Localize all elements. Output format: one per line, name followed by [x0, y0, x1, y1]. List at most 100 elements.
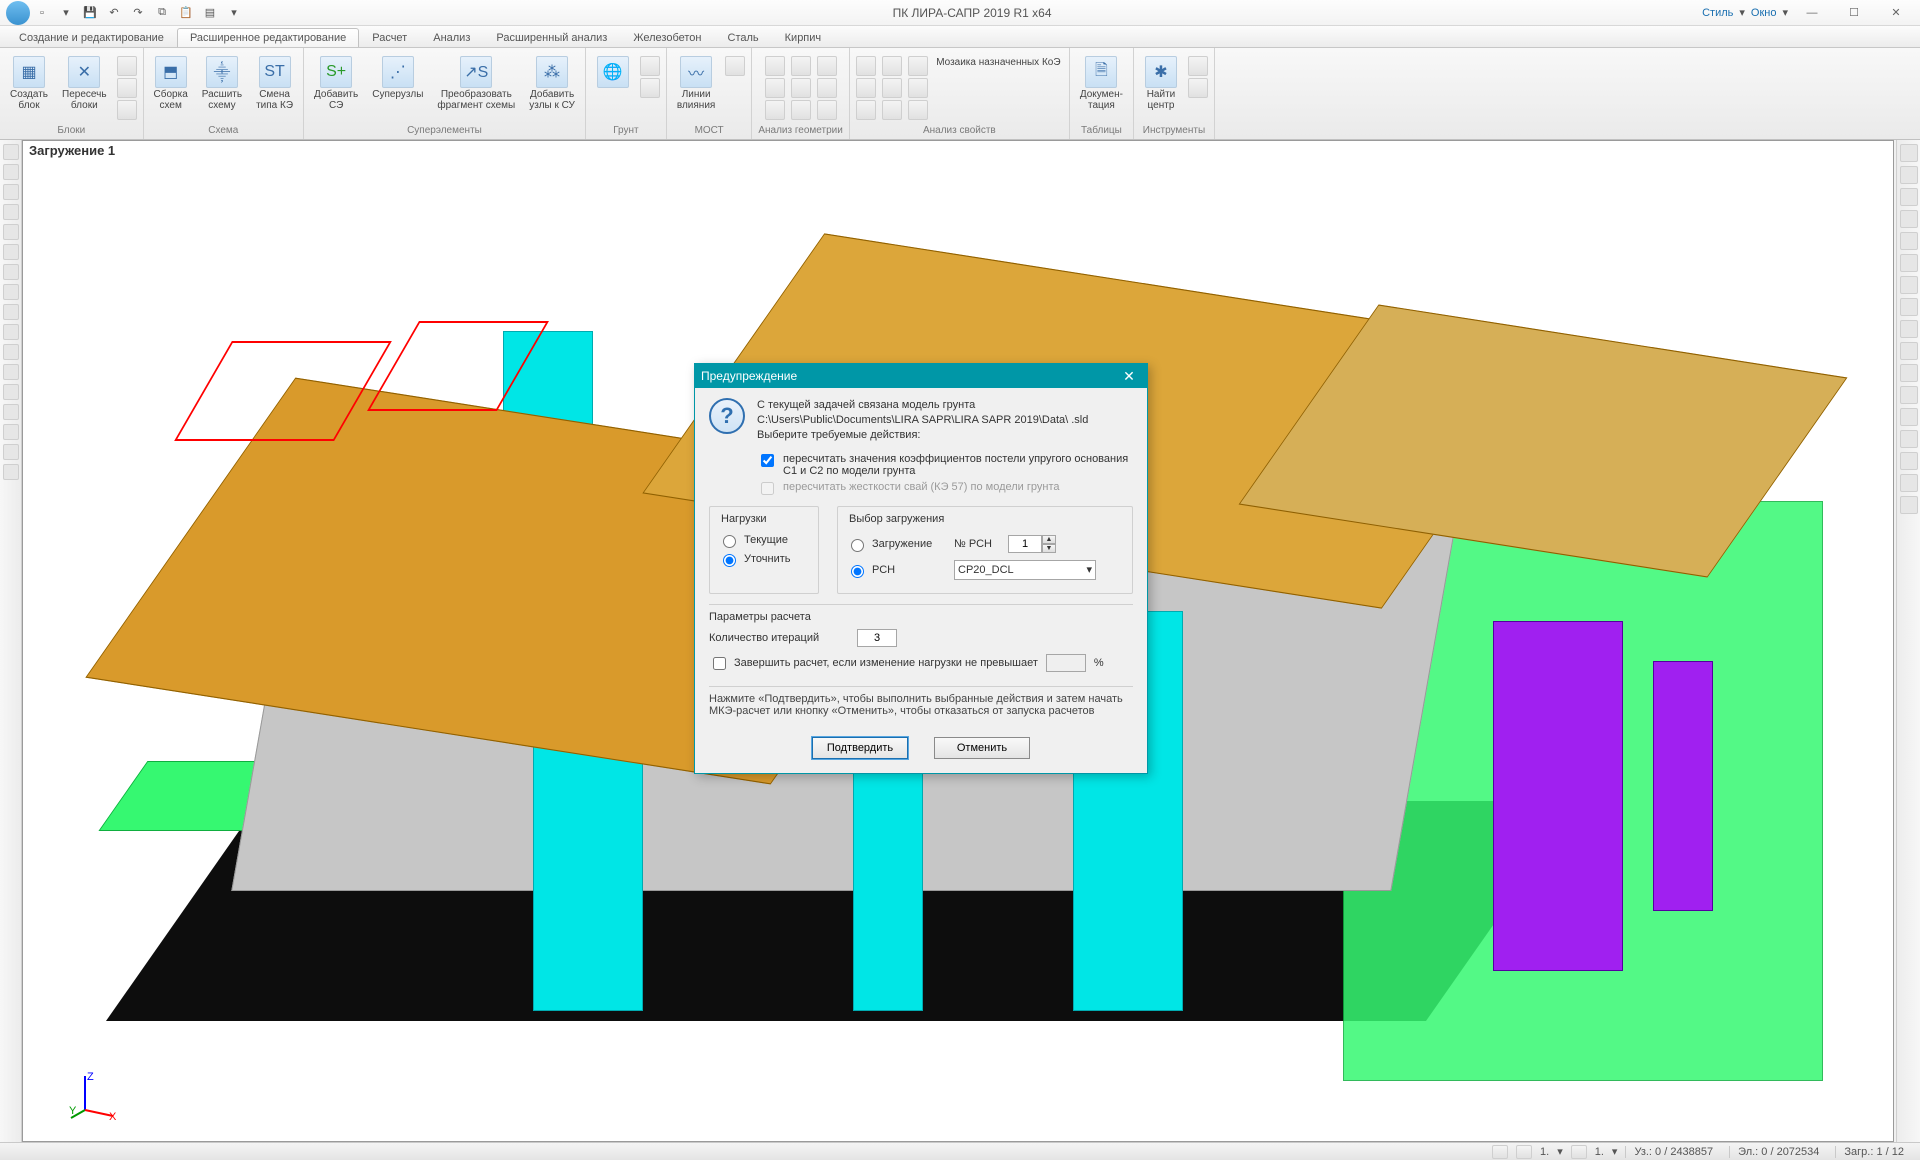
status-icon[interactable]: [1516, 1145, 1532, 1159]
mini-btn[interactable]: [791, 56, 811, 76]
tab-create-edit[interactable]: Создание и редактирование: [6, 28, 177, 47]
mini-btn[interactable]: [640, 56, 660, 76]
mini-btn[interactable]: [117, 78, 137, 98]
mini-btn[interactable]: [1188, 56, 1208, 76]
left-tool[interactable]: [3, 224, 19, 240]
mini-btn[interactable]: [765, 78, 785, 98]
left-tool[interactable]: [3, 444, 19, 460]
cancel-button[interactable]: Отменить: [934, 737, 1030, 759]
mini-btn[interactable]: [856, 56, 876, 76]
left-tool[interactable]: [3, 304, 19, 320]
window-link[interactable]: Окно: [1751, 7, 1777, 19]
tab-steel[interactable]: Сталь: [715, 28, 772, 47]
recalc-c1c2-checkbox[interactable]: пересчитать значения коэффициентов посте…: [757, 453, 1133, 477]
right-tool[interactable]: [1900, 254, 1918, 272]
qat-new-icon[interactable]: ▫: [34, 5, 50, 21]
add-nodes-su-button[interactable]: ⁂Добавить узлы к СУ: [525, 54, 579, 113]
right-tool[interactable]: [1900, 452, 1918, 470]
dialog-titlebar[interactable]: Предупреждение ✕: [695, 364, 1147, 388]
transform-fragment-button[interactable]: ↗SПреобразовать фрагмент схемы: [433, 54, 519, 113]
mini-btn[interactable]: [791, 100, 811, 120]
qat-chart-icon[interactable]: ▾: [226, 5, 242, 21]
chk1-input[interactable]: [761, 454, 774, 467]
confirm-button[interactable]: Подтвердить: [812, 737, 908, 759]
status-scale-2[interactable]: 1.: [1595, 1146, 1604, 1158]
finish-calc-checkbox[interactable]: Завершить расчет, если изменение нагрузк…: [709, 654, 1038, 673]
right-tool[interactable]: [1900, 298, 1918, 316]
status-icon[interactable]: [1571, 1145, 1587, 1159]
left-tool[interactable]: [3, 324, 19, 340]
tab-adv-analysis[interactable]: Расширенный анализ: [483, 28, 620, 47]
mini-btn[interactable]: [908, 56, 928, 76]
right-tool[interactable]: [1900, 430, 1918, 448]
mini-btn[interactable]: [640, 78, 660, 98]
qat-misc-icon[interactable]: ▤: [202, 5, 218, 21]
left-tool[interactable]: [3, 344, 19, 360]
right-tool[interactable]: [1900, 232, 1918, 250]
iterations-input[interactable]: [857, 629, 897, 647]
rsn-select[interactable]: CP20_DCL▾: [954, 560, 1096, 580]
right-tool[interactable]: [1900, 496, 1918, 514]
left-tool[interactable]: [3, 244, 19, 260]
mini-btn[interactable]: [817, 100, 837, 120]
mini-btn[interactable]: [882, 56, 902, 76]
influence-lines-button[interactable]: 〰Линии влияния: [673, 54, 719, 113]
mini-btn[interactable]: [117, 100, 137, 120]
spin-up-icon[interactable]: ▲: [1042, 535, 1056, 544]
qat-undo-icon[interactable]: ↶: [106, 5, 122, 21]
mini-btn[interactable]: [1188, 78, 1208, 98]
status-icon[interactable]: [1492, 1145, 1508, 1159]
qat-paste-icon[interactable]: 📋: [178, 5, 194, 21]
tab-adv-edit[interactable]: Расширенное редактирование: [177, 28, 359, 47]
dialog-close-icon[interactable]: ✕: [1117, 368, 1141, 385]
rsn-no-input[interactable]: [1008, 535, 1042, 553]
mini-btn[interactable]: [791, 78, 811, 98]
left-tool[interactable]: [3, 284, 19, 300]
left-tool[interactable]: [3, 424, 19, 440]
left-tool[interactable]: [3, 384, 19, 400]
right-tool[interactable]: [1900, 166, 1918, 184]
spin-down-icon[interactable]: ▼: [1042, 544, 1056, 553]
rsn-no-spinner[interactable]: ▲▼: [1008, 535, 1056, 553]
right-tool[interactable]: [1900, 364, 1918, 382]
left-tool[interactable]: [3, 404, 19, 420]
right-tool[interactable]: [1900, 210, 1918, 228]
close-button[interactable]: ✕: [1878, 4, 1914, 22]
tab-brick[interactable]: Кирпич: [772, 28, 835, 47]
right-tool[interactable]: [1900, 386, 1918, 404]
mini-btn[interactable]: [765, 56, 785, 76]
documentation-button[interactable]: 🗎Докумен- тация: [1076, 54, 1127, 113]
mini-btn[interactable]: [908, 78, 928, 98]
mosaic-label[interactable]: Мозаика назначенных КоЭ: [934, 54, 1062, 71]
right-tool[interactable]: [1900, 342, 1918, 360]
right-tool[interactable]: [1900, 474, 1918, 492]
right-tool[interactable]: [1900, 320, 1918, 338]
mini-btn[interactable]: [725, 56, 745, 76]
qat-save-icon[interactable]: 💾: [82, 5, 98, 21]
mini-btn[interactable]: [882, 78, 902, 98]
mini-btn[interactable]: [908, 100, 928, 120]
left-tool[interactable]: [3, 164, 19, 180]
change-fe-type-button[interactable]: STСмена типа КЭ: [252, 54, 297, 113]
mini-btn[interactable]: [856, 100, 876, 120]
soil-button[interactable]: 🌐: [592, 54, 634, 90]
left-tool[interactable]: [3, 204, 19, 220]
mini-btn[interactable]: [856, 78, 876, 98]
style-link[interactable]: Стиль: [1702, 7, 1733, 19]
maximize-button[interactable]: ☐: [1836, 4, 1872, 22]
loads-refine-radio[interactable]: Уточнить: [718, 551, 810, 567]
mini-btn[interactable]: [817, 78, 837, 98]
qat-redo-icon[interactable]: ↷: [130, 5, 146, 21]
add-se-button[interactable]: S+Добавить СЭ: [310, 54, 362, 113]
left-tool[interactable]: [3, 184, 19, 200]
mini-btn[interactable]: [117, 56, 137, 76]
right-tool[interactable]: [1900, 144, 1918, 162]
qat-copy-icon[interactable]: ⧉: [154, 5, 170, 21]
radio-loading[interactable]: Загружение: [846, 536, 946, 552]
right-tool[interactable]: [1900, 188, 1918, 206]
tab-calc[interactable]: Расчет: [359, 28, 420, 47]
qat-dropdown-icon[interactable]: ▾: [58, 5, 74, 21]
mini-btn[interactable]: [817, 56, 837, 76]
unsew-scheme-button[interactable]: ⸎Расшить схему: [198, 54, 246, 113]
status-scale-1[interactable]: 1.: [1540, 1146, 1549, 1158]
